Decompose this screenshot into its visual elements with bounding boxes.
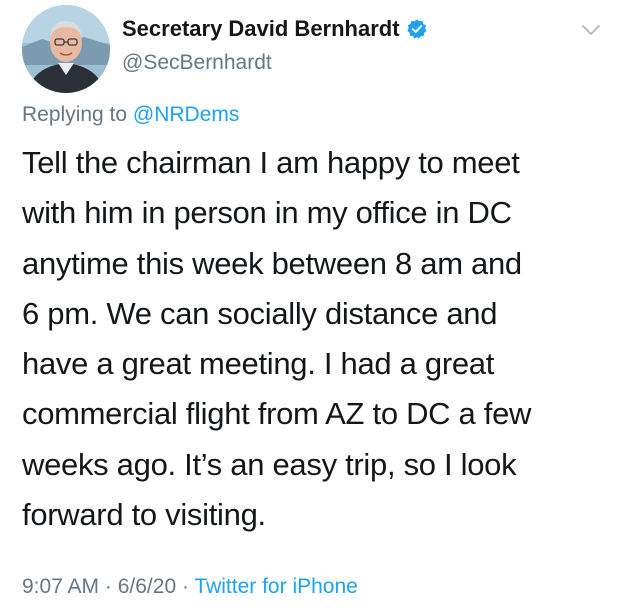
tweet-source-link[interactable]: Twitter for iPhone <box>194 575 357 598</box>
tweet-time[interactable]: 9:07 AM <box>22 575 99 598</box>
verified-badge-icon <box>406 18 428 40</box>
reply-prefix: Replying to <box>22 103 133 126</box>
reply-mention-link[interactable]: @NRDems <box>133 103 240 126</box>
tweet-text: Tell the chairman I am happy to meet wit… <box>22 138 614 540</box>
meta-separator: · <box>99 575 118 598</box>
reply-context: Replying to @NRDems <box>22 103 239 127</box>
author-handle[interactable]: @SecBernhardt <box>122 51 272 75</box>
chevron-down-icon[interactable] <box>580 22 602 38</box>
tweet-text-line: forward to visiting. <box>22 497 266 533</box>
tweet-metadata: 9:07 AM · 6/6/20 · Twitter for iPhone <box>22 575 358 599</box>
tweet-text-line: with him in person in my office in DC <box>22 195 512 231</box>
author-name-row[interactable]: Secretary David Bernhardt <box>122 16 428 42</box>
profile-photo-icon <box>22 5 110 93</box>
tweet-date[interactable]: 6/6/20 <box>118 575 176 598</box>
tweet-text-line: weeks ago. It’s an easy trip, so I look <box>22 446 517 482</box>
tweet-text-line: commercial flight from AZ to DC a few <box>22 396 532 432</box>
tweet-card: Secretary David Bernhardt @SecBernhardt … <box>0 0 620 608</box>
tweet-text-line: anytime this week between 8 am and <box>22 245 522 281</box>
author-display-name[interactable]: Secretary David Bernhardt <box>122 16 400 42</box>
meta-separator: · <box>176 575 195 598</box>
avatar[interactable] <box>22 5 110 93</box>
tweet-text-line: have a great meeting. I had a great <box>22 346 495 382</box>
tweet-text-line: 6 pm. We can socially distance and <box>22 295 498 331</box>
tweet-text-line: Tell the chairman I am happy to meet <box>22 145 520 180</box>
